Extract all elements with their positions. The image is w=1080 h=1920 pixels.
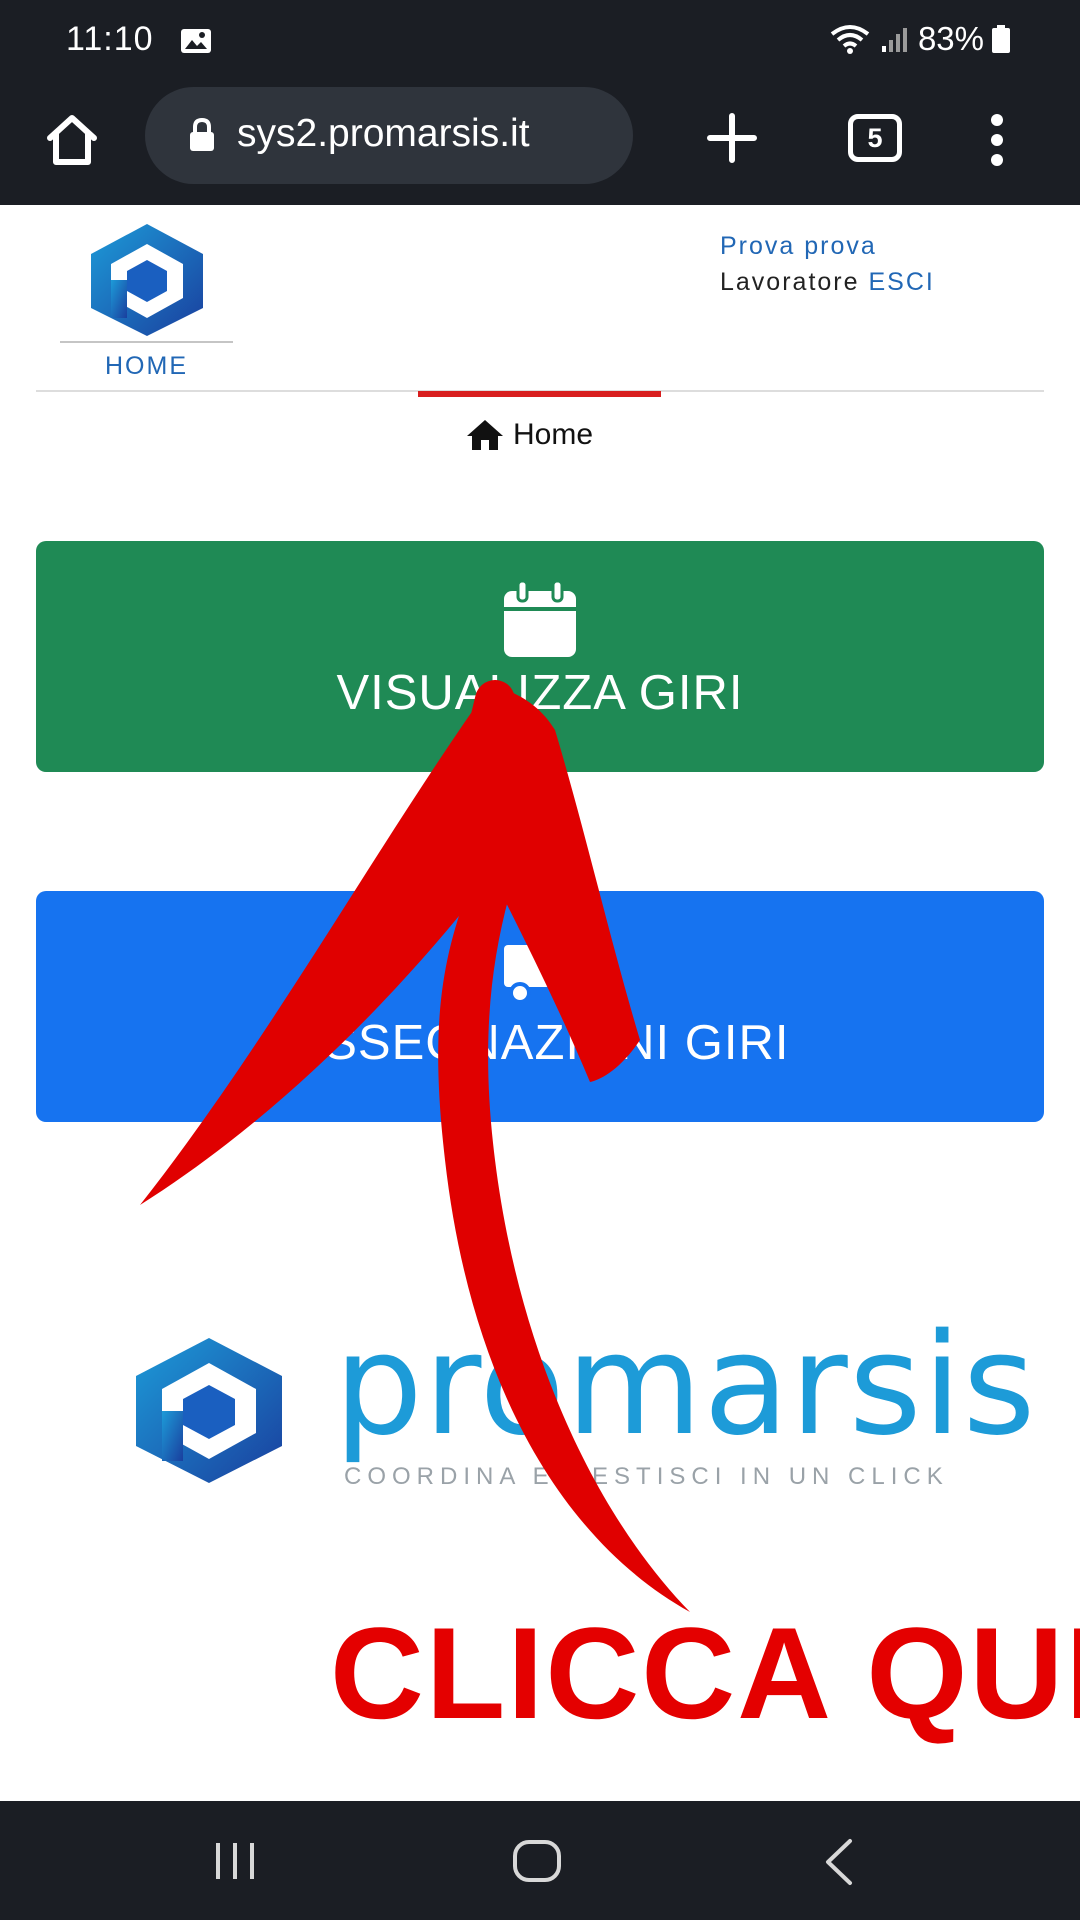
brand-tagline: COORDINA E GESTISCI IN UN CLICK [344,1463,949,1490]
breadcrumb-label: Home [513,418,594,451]
assign-rounds-button[interactable]: ASSEGNAZIONI GIRI [36,891,1044,1122]
breadcrumb: Home [465,418,593,452]
browser-toolbar: sys2.promarsis.it 5 [0,84,1080,205]
promarsis-logo-icon[interactable] [82,222,212,338]
assign-rounds-label: ASSEGNAZIONI GIRI [290,1016,790,1070]
user-role: Lavoratore [720,268,860,296]
view-rounds-label: VISUALIZZA GIRI [336,666,744,720]
status-time: 11:10 [66,20,154,58]
nav-home-icon[interactable] [512,1839,562,1883]
more-vert-icon[interactable] [985,108,1009,172]
logout-link[interactable]: ESCI [868,268,934,296]
gallery-icon [181,29,211,53]
home-link[interactable]: HOME [60,352,233,381]
back-icon[interactable] [822,1837,856,1887]
android-nav-bar [0,1801,1080,1920]
home-icon[interactable] [40,108,104,172]
active-tab-indicator [418,391,661,397]
address-bar[interactable]: sys2.promarsis.it [145,87,633,184]
home-icon [467,420,503,450]
user-role-line: Lavoratore ESCI [720,268,935,297]
battery-percentage: 83% [917,20,984,57]
recents-icon[interactable] [210,1841,260,1881]
view-rounds-button[interactable]: VISUALIZZA GIRI [36,541,1044,772]
promarsis-brand-icon [136,1338,282,1483]
home-underline [60,341,233,343]
brand-name: promarsis [334,1304,1037,1467]
lock-icon [190,117,214,151]
url-text: sys2.promarsis.it [237,112,530,155]
user-name[interactable]: Prova prova [720,232,877,261]
click-here-annotation: CLICCA QUI [330,1600,1080,1746]
truck-icon [504,945,576,1004]
status-indicators: 83% [828,20,1010,58]
status-bar: 11:10 83% [0,0,1080,84]
tab-switcher-button[interactable]: 5 [848,114,902,162]
wifi-icon [830,25,870,54]
battery-icon [992,25,1010,53]
signal-icon [881,28,907,52]
calendar-icon [504,581,576,657]
plus-icon[interactable] [700,106,764,170]
